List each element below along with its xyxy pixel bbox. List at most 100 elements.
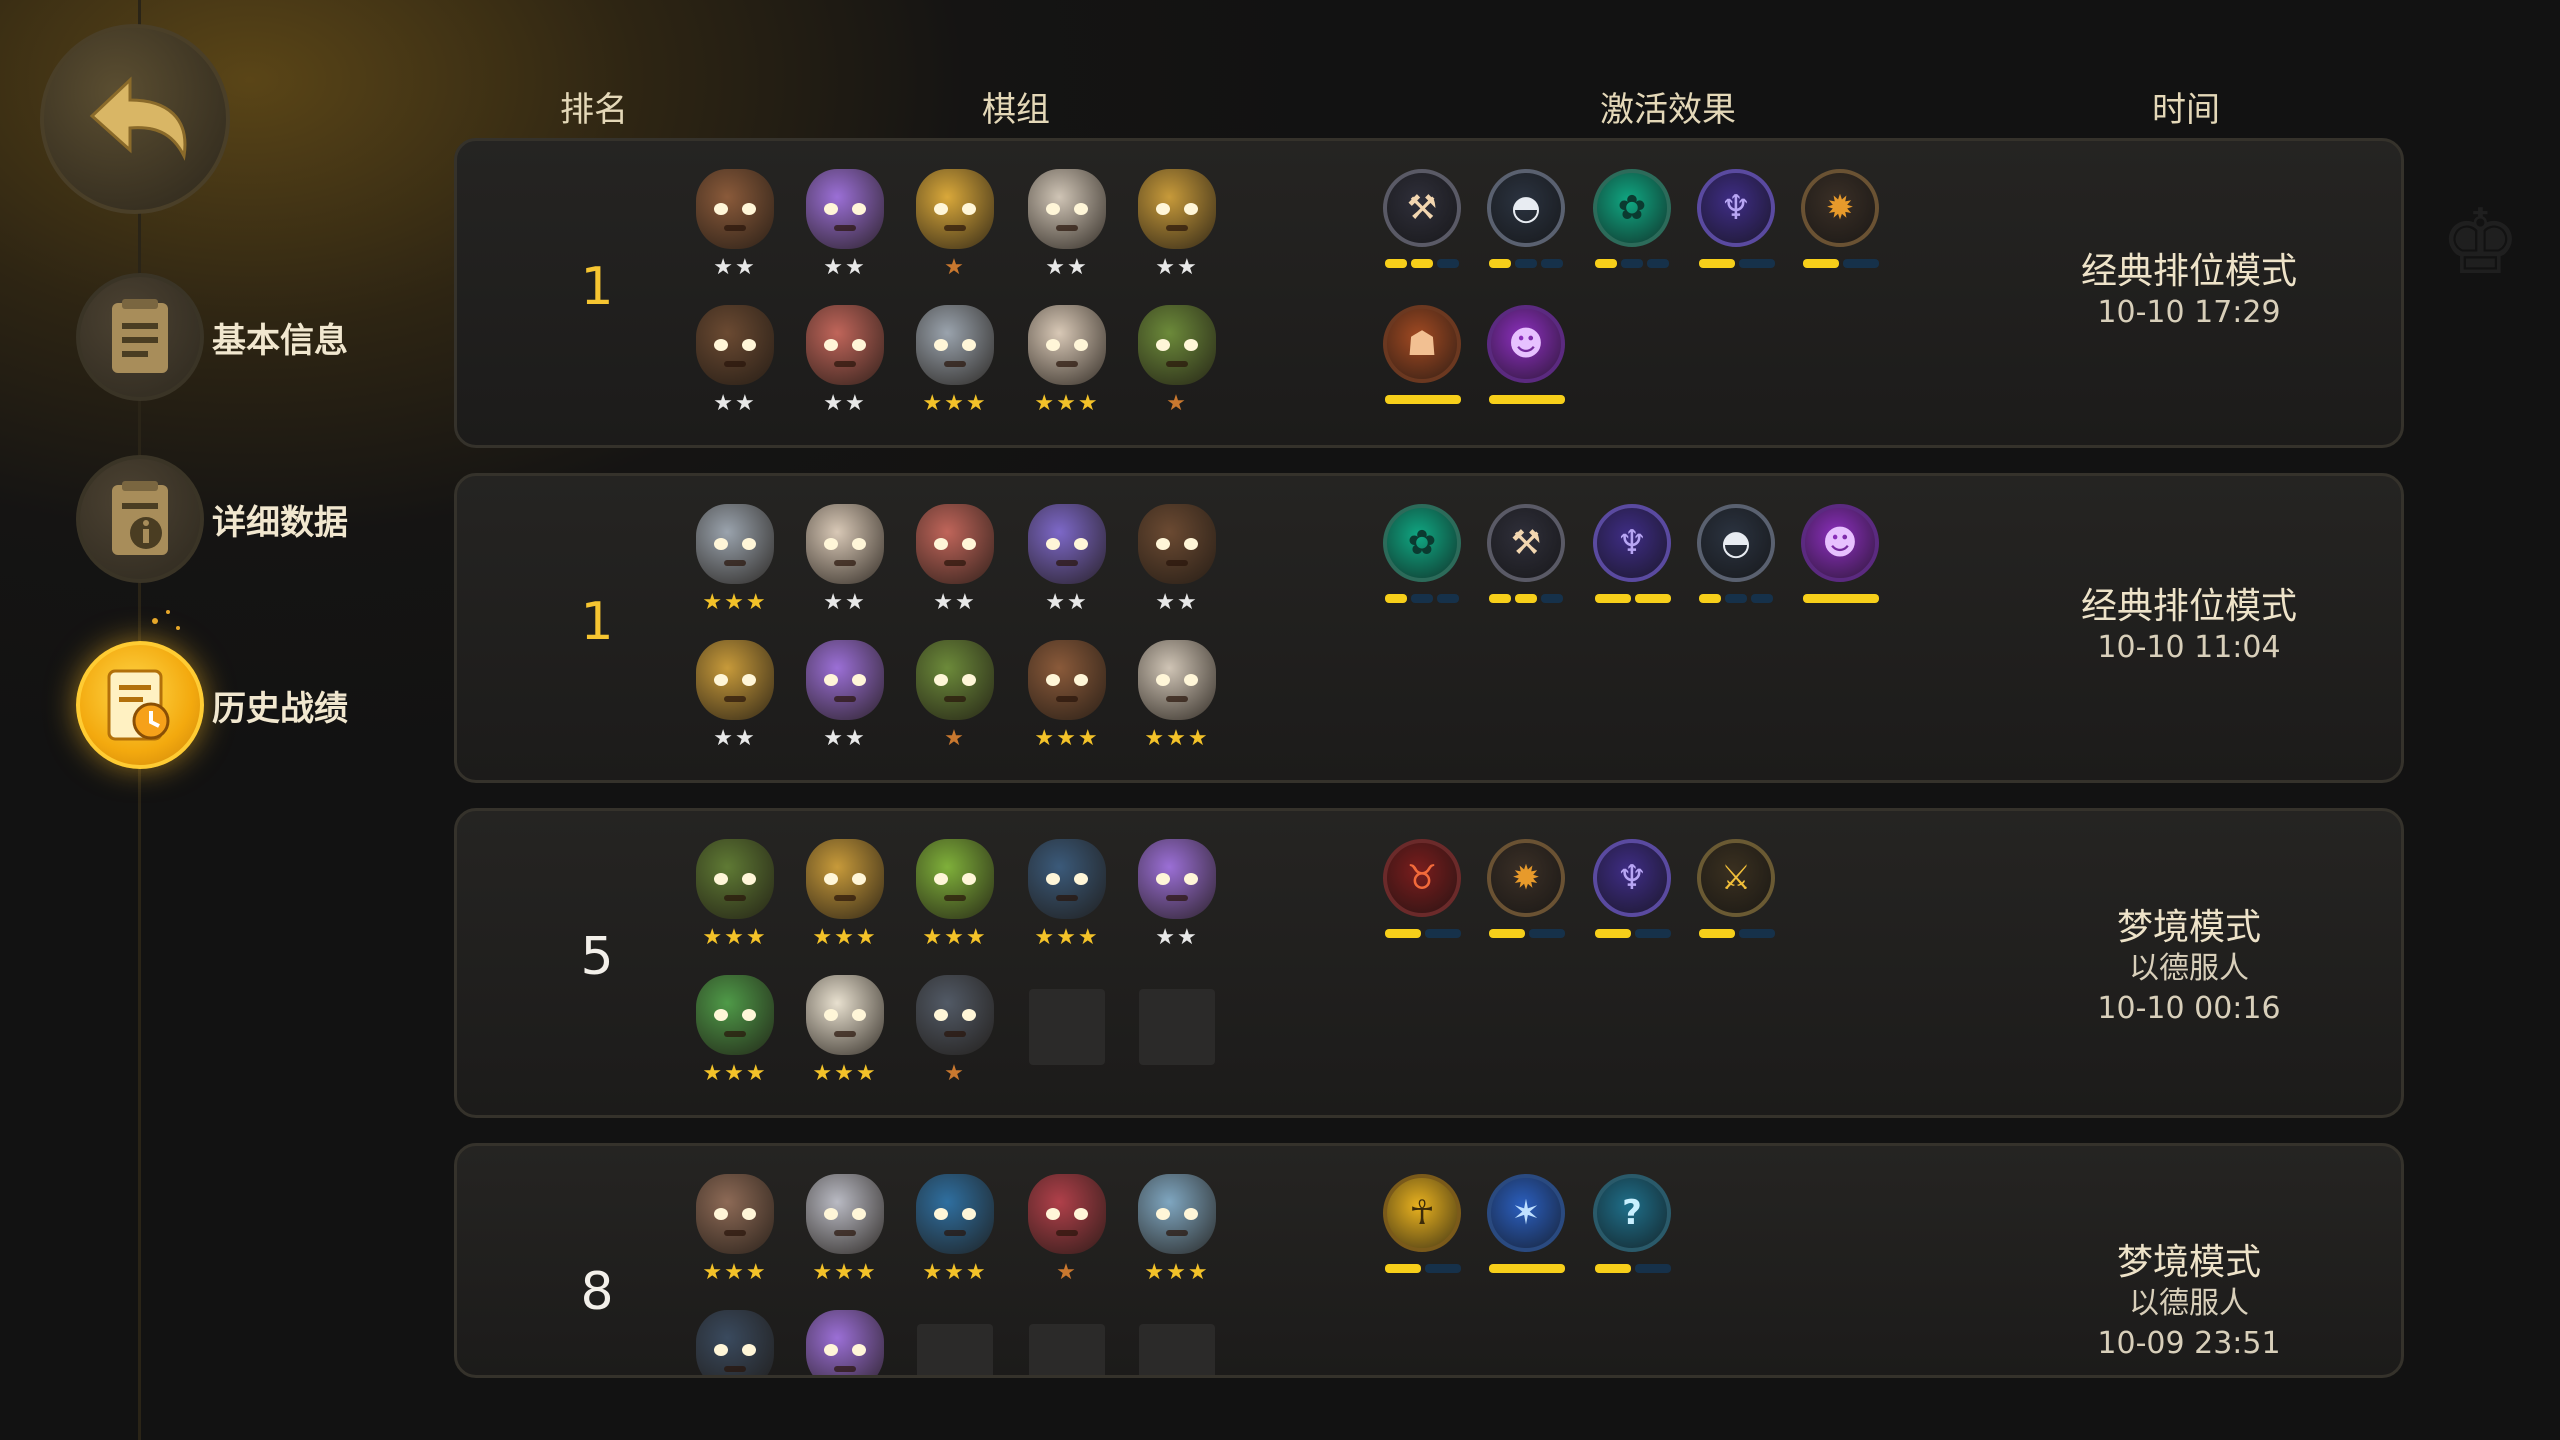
chess-piece-portrait[interactable]: ★★: [690, 640, 780, 758]
synergy-badge[interactable]: ☥: [1383, 1174, 1463, 1278]
synergy-progress-bar: [1595, 1264, 1671, 1273]
chess-piece-portrait[interactable]: ★★★: [910, 1174, 1000, 1292]
game-mode-label: 梦境模式: [2116, 1242, 2262, 1283]
match-info: 梦境模式 以德服人 10-09 23:51: [2097, 1242, 2280, 1364]
synergy-progress-bar: [1489, 1264, 1565, 1273]
chess-piece-portrait[interactable]: ★: [910, 169, 1000, 287]
chess-piece-portrait[interactable]: ★★: [910, 504, 1000, 622]
star-level: ★★: [713, 726, 757, 751]
history-record-card[interactable]: 8 ★★★ ★★★ ★★★ ★ ★★★ ☥ ✶? 梦境模式 以德服人 10-09 23:51: [454, 1143, 2404, 1378]
chess-piece-portrait[interactable]: [690, 1310, 780, 1375]
synergy-badge[interactable]: ✿: [1593, 169, 1673, 273]
synergy-progress-bar: [1385, 395, 1461, 404]
history-record-card[interactable]: 5 ★★★ ★★★ ★★★ ★★★ ★★ ★★★ ★★★ ★ ♉ ✹ ♆ ⚔ 梦境模式 以德服人 10-10 …: [454, 808, 2404, 1118]
chess-piece-portrait[interactable]: ★: [1022, 1174, 1112, 1292]
hero-face-icon: [806, 839, 884, 919]
back-button[interactable]: [40, 24, 230, 214]
match-info: 梦境模式 以德服人 10-10 00:16: [2097, 907, 2280, 1029]
mode-subtitle: 以德服人: [2128, 1286, 2249, 1321]
synergy-badge[interactable]: ♆: [1697, 169, 1777, 273]
chess-piece-portrait[interactable]: ★★★: [690, 504, 780, 622]
chess-piece-portrait[interactable]: ★: [910, 640, 1000, 758]
synergy-progress-bar: [1595, 594, 1671, 603]
synergy-badge[interactable]: ◓: [1487, 169, 1567, 273]
sidebar-item-basic-info[interactable]: 基本信息: [76, 272, 348, 402]
chess-piece-portrait[interactable]: [800, 1310, 890, 1375]
chess-piece-portrait[interactable]: ★: [1132, 305, 1222, 423]
synergy-badge[interactable]: ?: [1593, 1174, 1673, 1278]
gear-icon: ✹: [1801, 169, 1879, 247]
chess-piece-portrait[interactable]: ★★★: [800, 839, 890, 957]
chess-piece-portrait[interactable]: ★★: [800, 640, 890, 758]
chess-piece-portrait[interactable]: ★★★: [1022, 640, 1112, 758]
chess-piece-portrait[interactable]: ★★★: [1022, 305, 1112, 423]
hero-face-icon: [1138, 305, 1216, 385]
match-timestamp: 10-09 23:51: [2097, 1326, 2281, 1361]
star-level: ★★: [1155, 255, 1199, 280]
chess-piece-portrait[interactable]: ★★★: [690, 1174, 780, 1292]
synergy-badge[interactable]: ♆: [1593, 839, 1673, 943]
history-record-card[interactable]: 1 ★★★ ★★ ★★ ★★ ★★ ★★ ★★ ★ ★★★ ★★★ ✿ ⚒ ♆ ◓ ☻ 经典排位模式 10-10 …: [454, 473, 2404, 783]
star-level: ★: [1166, 391, 1188, 416]
synergy-badge[interactable]: ✿: [1383, 504, 1463, 608]
chess-piece-portrait[interactable]: ★★: [690, 305, 780, 423]
chess-piece-portrait[interactable]: ★★: [800, 504, 890, 622]
synergy-badge[interactable]: ⚔: [1697, 839, 1777, 943]
sidebar-item-history[interactable]: 历史战绩: [76, 640, 348, 770]
chess-piece-portrait[interactable]: ★★: [1132, 169, 1222, 287]
synergy-badge[interactable]: ♉: [1383, 839, 1463, 943]
star-level: ★★: [823, 726, 867, 751]
paw-icon: ✿: [1383, 504, 1461, 582]
chess-piece-portrait[interactable]: ★★★: [800, 1174, 890, 1292]
chess-piece-portrait[interactable]: ★★: [1022, 169, 1112, 287]
hat-icon: ◓: [1487, 169, 1565, 247]
synergy-badge[interactable]: ☗: [1383, 305, 1463, 409]
chess-piece-portrait[interactable]: ★★★: [910, 305, 1000, 423]
hero-face-icon: [696, 305, 774, 385]
hero-face-icon: [1028, 1174, 1106, 1254]
blades-icon: ⚔: [1697, 839, 1775, 917]
synergy-badge[interactable]: ☻: [1801, 504, 1881, 608]
star-level: ★★★: [702, 925, 768, 950]
chess-piece-portrait[interactable]: ★★★: [1132, 640, 1222, 758]
hero-face-icon: [1028, 305, 1106, 385]
synergy-badge[interactable]: ⚒: [1383, 169, 1463, 273]
synergy-badge[interactable]: ☻: [1487, 305, 1567, 409]
sparkle-decoration: [176, 626, 180, 630]
synergy-badge[interactable]: ✶: [1487, 1174, 1567, 1278]
chess-piece-portrait[interactable]: ★★★: [910, 839, 1000, 957]
chess-piece-portrait[interactable]: ★★: [690, 169, 780, 287]
empty-piece-slot: [1029, 989, 1105, 1065]
hero-face-icon: [1028, 504, 1106, 584]
hero-face-icon: [1138, 504, 1216, 584]
chess-piece-portrait[interactable]: ★★: [800, 169, 890, 287]
chess-piece-portrait[interactable]: ★★★: [800, 975, 890, 1093]
chess-piece-portrait[interactable]: ★★: [1022, 504, 1112, 622]
chess-watermark-icon: ♚: [2440, 190, 2521, 295]
chess-piece-portrait[interactable]: ★: [910, 975, 1000, 1093]
sidebar-item-detail-data[interactable]: 详细数据: [76, 454, 348, 584]
chess-piece-portrait[interactable]: ★★: [1132, 839, 1222, 957]
synergy-badge[interactable]: ✹: [1487, 839, 1567, 943]
chess-piece-portrait[interactable]: ★★: [1132, 504, 1222, 622]
hero-face-icon: [1028, 640, 1106, 720]
empty-piece-slot: [1029, 1324, 1105, 1375]
star-level: ★★: [823, 255, 867, 280]
chess-piece-portrait[interactable]: ★★★: [690, 839, 780, 957]
game-mode-label: 经典排位模式: [2080, 586, 2298, 627]
history-record-card[interactable]: 1 ★★ ★★ ★ ★★ ★★ ★★ ★★ ★★★ ★★★ ★ ⚒ ◓ ✿ ♆ ✹ ☗ ☻ 经典排位模式 10-10 …: [454, 138, 2404, 448]
synergy-badge[interactable]: ◓: [1697, 504, 1777, 608]
synergy-progress-bar: [1385, 929, 1461, 938]
hero-face-icon: [806, 975, 884, 1055]
chess-piece-portrait[interactable]: ★★★: [1022, 839, 1112, 957]
hero-face-icon: [806, 1174, 884, 1254]
empty-piece-slot: [1139, 989, 1215, 1065]
chess-piece-portrait[interactable]: ★★★: [1132, 1174, 1222, 1292]
synergy-badge[interactable]: ✹: [1801, 169, 1881, 273]
hero-face-icon: [1028, 839, 1106, 919]
synergy-badge[interactable]: ♆: [1593, 504, 1673, 608]
synergy-badge[interactable]: ⚒: [1487, 504, 1567, 608]
chess-piece-portrait[interactable]: ★★★: [690, 975, 780, 1093]
chess-piece-portrait[interactable]: ★★: [800, 305, 890, 423]
rank-value: 1: [580, 592, 614, 652]
